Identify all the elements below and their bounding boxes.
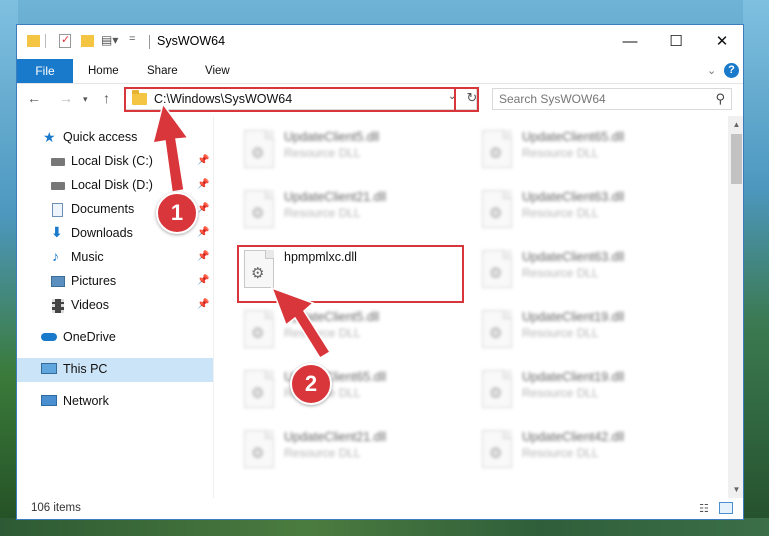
annotation-arrows	[151, 102, 332, 360]
step-1-badge: 1	[156, 192, 198, 234]
arrow-1	[151, 102, 190, 193]
arrow-2	[270, 286, 332, 360]
step-2-badge: 2	[290, 363, 332, 405]
